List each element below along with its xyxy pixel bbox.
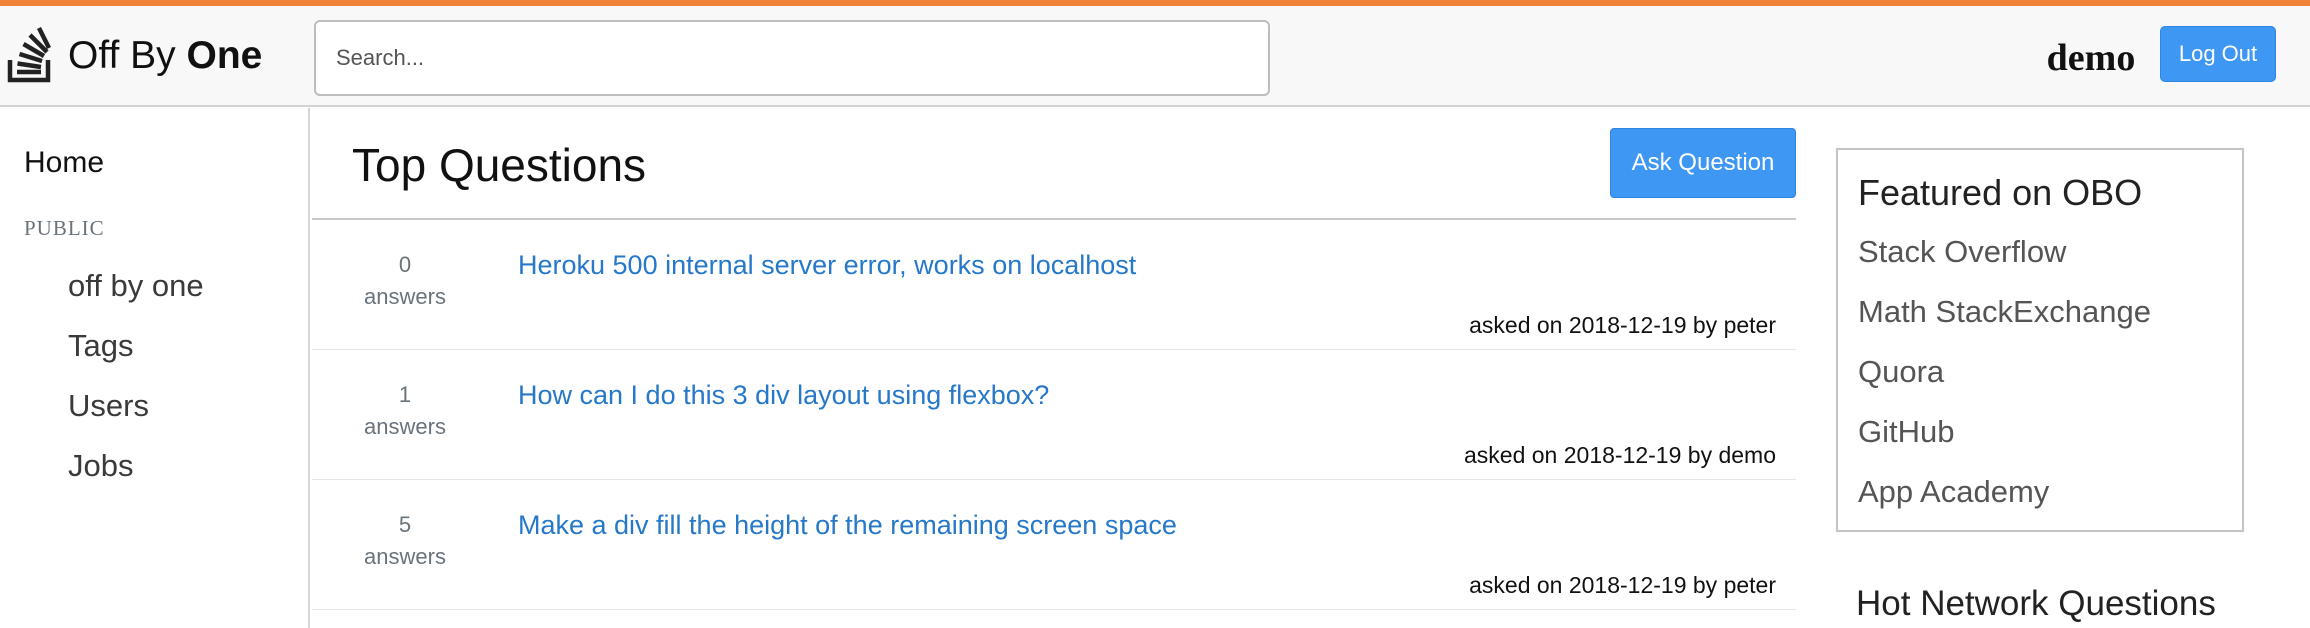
left-sidebar: Home PUBLIC off by one Tags Users Jobs (0, 108, 310, 628)
answer-count-value: 1 (398, 382, 412, 407)
page-title: Top Questions (352, 139, 647, 191)
featured-link-stack-overflow[interactable]: Stack Overflow (1858, 234, 2066, 270)
sidebar-section-label: PUBLIC (24, 216, 105, 240)
featured-title: Featured on OBO (1858, 172, 2143, 213)
featured-panel: Featured on OBO Stack Overflow Math Stac… (1836, 148, 2244, 532)
brand-name: Off By One (68, 34, 262, 78)
question-row: 5 answers Make a div fill the height of … (312, 480, 1796, 610)
question-title-link[interactable]: How can I do this 3 div layout using fle… (518, 380, 1049, 411)
brand-logo[interactable]: Off By One (6, 26, 262, 86)
search-input[interactable] (314, 20, 1270, 96)
question-row: 0 answers Heroku 500 internal server err… (312, 220, 1796, 350)
sidebar-item-jobs[interactable]: Jobs (68, 448, 133, 484)
answer-count: 0 answers (350, 250, 460, 314)
top-bar: Off By One demo Log Out (0, 6, 2310, 107)
ask-question-button[interactable]: Ask Question (1610, 128, 1796, 198)
answer-count-value: 5 (398, 512, 412, 537)
answer-count-label: answers (364, 544, 446, 569)
answer-count-value: 0 (398, 252, 412, 277)
sidebar-item-users[interactable]: Users (68, 388, 149, 424)
logout-button[interactable]: Log Out (2160, 26, 2276, 82)
question-meta: asked on 2018-12-19 by demo (1464, 442, 1776, 468)
answer-count: 5 answers (350, 510, 460, 574)
featured-link-app-academy[interactable]: App Academy (1858, 474, 2049, 510)
answer-count-label: answers (364, 414, 446, 439)
featured-link-quora[interactable]: Quora (1858, 354, 1944, 390)
question-meta: asked on 2018-12-19 by peter (1469, 312, 1776, 338)
question-title-link[interactable]: Heroku 500 internal server error, works … (518, 250, 1136, 281)
stacked-trays-icon (7, 26, 52, 83)
brand-name-regular: Off By (68, 34, 176, 77)
answer-count: 1 answers (350, 380, 460, 444)
question-meta: asked on 2018-12-19 by peter (1469, 572, 1776, 598)
current-username: demo (2046, 37, 2136, 79)
main-content: Top Questions Ask Question 0 answers Her… (312, 108, 1796, 628)
answer-count-label: answers (364, 284, 446, 309)
question-list: 0 answers Heroku 500 internal server err… (312, 220, 1796, 610)
featured-link-math-stackexchange[interactable]: Math StackExchange (1858, 294, 2151, 330)
sidebar-item-off-by-one[interactable]: off by one (68, 268, 204, 304)
sidebar-item-home[interactable]: Home (24, 146, 104, 180)
brand-name-bold: One (186, 34, 263, 77)
hot-network-questions-title: Hot Network Questions (1856, 584, 2216, 623)
sidebar-item-tags[interactable]: Tags (68, 328, 133, 364)
question-title-link[interactable]: Make a div fill the height of the remain… (518, 510, 1177, 541)
question-row: 1 answers How can I do this 3 div layout… (312, 350, 1796, 480)
featured-link-github[interactable]: GitHub (1858, 414, 1954, 450)
